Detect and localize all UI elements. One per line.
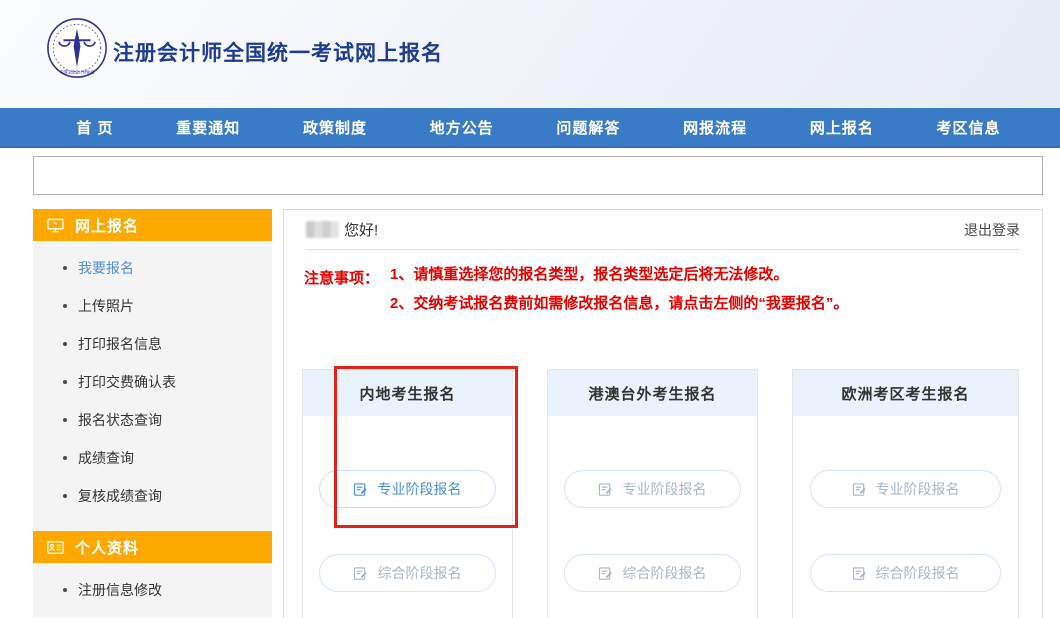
svg-text:中国注册会计师协会: 中国注册会计师协会 [60,70,95,75]
nav-item-faq[interactable]: 问题解答 [556,117,620,138]
edit-note-icon [598,566,613,581]
sidebar-item-print-registration-info[interactable]: 打印报名信息 [33,325,272,363]
button-label: 专业阶段报名 [377,479,461,499]
sidebar-item-registration-status-query[interactable]: 报名状态查询 [33,401,272,439]
notice-line: 1、请慎重选择您的报名类型，报名类型选定后将无法修改。 [390,267,848,282]
sidebar-section-title: 个人资料 [75,537,139,558]
sidebar-section-personal-profile: 个人资料 [33,531,272,563]
main-panel: 您好! 退出登录 注意事项： 1、请慎重选择您的报名类型，报名类型选定后将无法修… [283,209,1043,618]
comprehensive-stage-button[interactable]: 综合阶段报名 [810,554,1001,592]
greeting-text: 您好! [344,219,378,240]
sidebar-item-upload-photo[interactable]: 上传照片 [33,287,272,325]
card-hmt-foreign-candidates: 港澳台外考生报名 专业阶段报名 综合阶段报名 [547,369,758,618]
edit-note-icon [353,566,368,581]
comprehensive-stage-button[interactable]: 综合阶段报名 [319,554,497,592]
sidebar-section-online-registration: 网上报名 [33,209,272,241]
announcement-box [33,156,1043,195]
greeting: 您好! [306,219,378,240]
id-card-icon [47,541,64,554]
logout-link[interactable]: 退出登录 [964,220,1020,240]
button-label: 专业阶段报名 [622,479,706,499]
site-header: 中国注册会计师协会 注册会计师全国统一考试网上报名 [0,0,1060,108]
sidebar-item-score-review-query[interactable]: 复核成绩查询 [33,477,272,515]
professional-stage-button[interactable]: 专业阶段报名 [810,470,1001,508]
main-nav: 首 页 重要通知 政策制度 地方公告 问题解答 网报流程 网上报名 考区信息 [0,108,1060,148]
button-label: 综合阶段报名 [622,563,706,583]
nav-item-local-announcements[interactable]: 地方公告 [430,117,494,138]
edit-note-icon [852,482,867,497]
button-label: 专业阶段报名 [876,479,960,499]
professional-stage-button[interactable]: 专业阶段报名 [564,470,742,508]
sidebar-section-title: 网上报名 [75,215,139,236]
card-title: 欧洲考区考生报名 [793,370,1018,416]
nav-item-registration-process[interactable]: 网报流程 [683,117,747,138]
sidebar-group-body: 注册信息修改 [33,563,272,617]
nav-item-home[interactable]: 首 页 [76,117,113,138]
edit-note-icon [852,566,867,581]
monitor-icon [47,218,64,233]
nav-item-exam-area-info[interactable]: 考区信息 [937,117,1001,138]
page: 中国注册会计师协会 注册会计师全国统一考试网上报名 首 页 重要通知 政策制度 … [0,0,1060,618]
greeting-divider [306,249,1020,250]
nav-item-online-registration[interactable]: 网上报名 [810,117,874,138]
button-label: 综合阶段报名 [377,563,461,583]
sidebar-item-edit-registration-info[interactable]: 注册信息修改 [33,571,272,609]
greeting-row: 您好! 退出登录 [284,210,1042,249]
sidebar-item-apply[interactable]: 我要报名 [33,249,272,287]
card-europe-candidates: 欧洲考区考生报名 专业阶段报名 综合阶段报名 [792,369,1019,618]
nav-item-policies[interactable]: 政策制度 [303,117,367,138]
card-mainland-candidates: 内地考生报名 专业阶段报名 综合阶段报名 [302,369,513,618]
censored-username [306,221,339,238]
professional-stage-button[interactable]: 专业阶段报名 [319,470,497,508]
notice-line: 2、交纳考试报名费前如需修改报名信息，请点击左侧的“我要报名”。 [390,296,848,311]
cicpa-seal-logo: 中国注册会计师协会 [46,17,108,79]
nav-item-important-notices[interactable]: 重要通知 [176,117,240,138]
notice-lines: 1、请慎重选择您的报名类型，报名类型选定后将无法修改。 2、交纳考试报名费前如需… [390,267,848,325]
sidebar-item-score-query[interactable]: 成绩查询 [33,439,272,477]
page-title: 注册会计师全国统一考试网上报名 [113,37,443,67]
card-title: 港澳台外考生报名 [548,370,757,416]
card-title: 内地考生报名 [303,370,512,416]
registration-cards: 内地考生报名 专业阶段报名 综合阶段报名 [302,369,1019,618]
notice-section: 注意事项： 1、请慎重选择您的报名类型，报名类型选定后将无法修改。 2、交纳考试… [304,267,1042,325]
edit-note-icon [353,482,368,497]
edit-note-icon [598,482,613,497]
sidebar-item-print-payment-confirmation[interactable]: 打印交费确认表 [33,363,272,401]
sidebar-group-body: 我要报名 上传照片 打印报名信息 打印交费确认表 报名状态查询 成绩查询 复核成… [33,241,272,531]
button-label: 综合阶段报名 [876,563,960,583]
comprehensive-stage-button[interactable]: 综合阶段报名 [564,554,742,592]
sidebar: 网上报名 我要报名 上传照片 打印报名信息 打印交费确认表 报名状态查询 成绩查… [33,209,272,617]
notice-label: 注意事项： [304,267,390,325]
